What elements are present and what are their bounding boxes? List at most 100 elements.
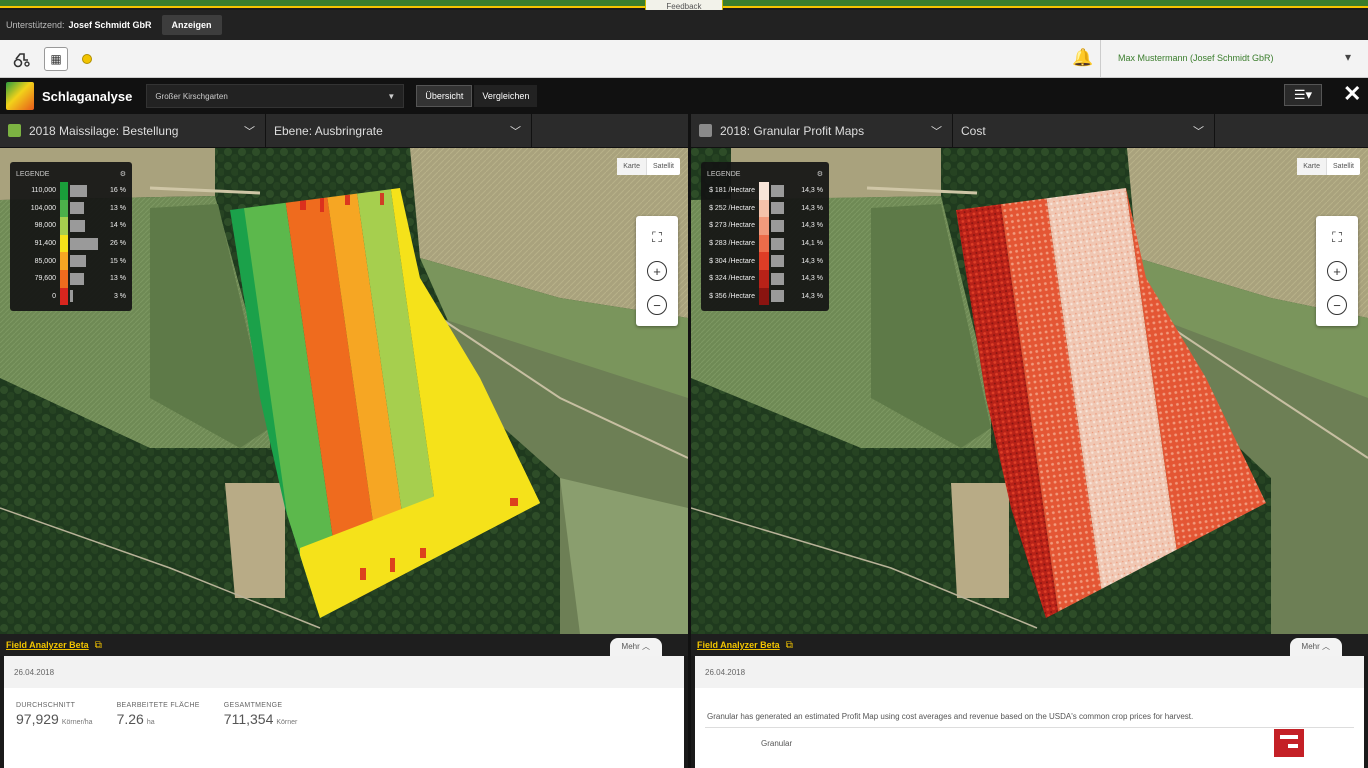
gear-icon[interactable]: ⚙ bbox=[120, 170, 126, 178]
map-toggle-map[interactable]: Karte bbox=[617, 158, 647, 175]
main-toolbar: ▦ 🔔 Max Mustermann (Josef Schmidt GbR) ▾ bbox=[0, 40, 1368, 78]
support-label: Unterstützend: bbox=[6, 20, 65, 30]
left-layer-name: 2018 Maissilage: Bestellung bbox=[29, 123, 179, 138]
legend-share-bar bbox=[771, 202, 785, 215]
more-label: Mehr bbox=[1301, 642, 1320, 651]
right-zoom-controls: ⛶ + − bbox=[1316, 216, 1358, 326]
more-label: Mehr bbox=[621, 642, 640, 651]
legend-label: $ 356 /Hectare bbox=[709, 292, 755, 300]
right-level-select[interactable]: Cost ﹀ bbox=[953, 113, 1215, 148]
legend-bar-track bbox=[70, 272, 98, 286]
zoom-in-icon[interactable]: + bbox=[1327, 261, 1347, 281]
zoom-out-icon[interactable]: − bbox=[647, 295, 667, 315]
stat-label: DURCHSCHNITT bbox=[16, 702, 76, 709]
legend-row: 110,000 16 % bbox=[16, 182, 126, 200]
menu-icon[interactable]: ☰▾ bbox=[1284, 84, 1322, 106]
left-level-select[interactable]: Ebene: Ausbringrate ﹀ bbox=[266, 113, 532, 148]
legend-label: 85,000 bbox=[34, 257, 56, 265]
legend-row: $ 304 /Hectare 14,3 % bbox=[707, 252, 823, 270]
legend-row: $ 252 /Hectare 14,3 % bbox=[707, 199, 823, 218]
external-link-icon[interactable]: ⧉ bbox=[95, 640, 102, 651]
left-layer-swatch bbox=[8, 124, 21, 137]
user-menu-chevron-icon[interactable]: ▾ bbox=[1345, 50, 1351, 64]
legend-label: 0 bbox=[52, 292, 56, 300]
map-toggle-satellite[interactable]: Satellit bbox=[1327, 158, 1360, 175]
user-name[interactable]: Max Mustermann (Josef Schmidt GbR) bbox=[1118, 53, 1274, 63]
legend-color-swatch bbox=[759, 182, 769, 200]
stat-unit: Körner bbox=[276, 719, 298, 726]
legend-share-bar bbox=[771, 237, 784, 250]
summary-stats: DURCHSCHNITT 97,929 Körner/ha BEARBEITETE… bbox=[4, 688, 684, 727]
legend-share-bar bbox=[771, 219, 785, 232]
granular-logo bbox=[1274, 729, 1304, 757]
legend-share-bar bbox=[70, 184, 88, 197]
zoom-out-icon[interactable]: − bbox=[1327, 295, 1347, 315]
apps-grid-icon[interactable]: ▦ bbox=[44, 46, 68, 71]
left-map-type-toggle[interactable]: Karte Satellit bbox=[617, 158, 680, 175]
legend-color-swatch bbox=[60, 199, 68, 218]
more-toggle[interactable]: Mehr ︿ bbox=[1289, 638, 1342, 658]
legend-bar-track bbox=[771, 237, 795, 251]
stat-label: GESAMTMENGE bbox=[223, 702, 283, 709]
legend-percent: 14,3 % bbox=[801, 292, 823, 300]
map-toggle-map[interactable]: Karte bbox=[1297, 158, 1327, 175]
app-title: Schlaganalyse bbox=[42, 88, 133, 104]
legend-label: $ 304 /Hectare bbox=[709, 257, 755, 265]
field-select[interactable]: Großer Kirschgarten ▼ bbox=[146, 84, 405, 108]
legend-row: 98,000 14 % bbox=[16, 217, 126, 235]
right-layer-swatch bbox=[699, 124, 712, 137]
zoom-in-icon[interactable]: + bbox=[647, 261, 667, 281]
fullscreen-icon[interactable]: ⛶ bbox=[1323, 223, 1351, 251]
summary-date: 26.04.2018 bbox=[695, 656, 1364, 688]
field-analyzer-link[interactable]: Field Analyzer Beta bbox=[6, 640, 89, 650]
profit-map-description: Granular has generated an estimated Prof… bbox=[707, 712, 1194, 721]
tractor-icon[interactable] bbox=[10, 47, 34, 71]
gear-icon[interactable]: ⚙ bbox=[817, 170, 823, 178]
map-toggle-satellite[interactable]: Satellit bbox=[647, 158, 680, 175]
tab-compare[interactable]: Vergleichen bbox=[474, 85, 538, 107]
legend-bar-track bbox=[70, 219, 98, 233]
legend-label: $ 324 /Hectare bbox=[709, 275, 755, 283]
legend-bar-track bbox=[70, 237, 98, 251]
right-layer-name: 2018: Granular Profit Maps bbox=[720, 123, 865, 138]
external-link-icon[interactable]: ⧉ bbox=[786, 640, 793, 651]
bell-icon[interactable]: 🔔 bbox=[1072, 48, 1093, 68]
left-layer-select[interactable]: 2018 Maissilage: Bestellung ﹀ bbox=[0, 113, 266, 148]
legend-bar-track bbox=[771, 254, 795, 268]
close-icon[interactable]: ✕ bbox=[1343, 81, 1361, 107]
right-map-type-toggle[interactable]: Karte Satellit bbox=[1297, 158, 1360, 175]
tab-overview[interactable]: Übersicht bbox=[416, 85, 473, 107]
legend-percent: 14,1 % bbox=[801, 240, 823, 248]
chevron-down-icon: ﹀ bbox=[510, 125, 521, 138]
open-button[interactable]: Anzeigen bbox=[161, 15, 222, 35]
right-legend: LEGENDE ⚙ $ 181 /Hectare 14,3 % $ 252 /Hect… bbox=[701, 162, 829, 312]
legend-color-swatch bbox=[759, 199, 769, 218]
stat-average: DURCHSCHNITT 97,929 Körner/ha bbox=[16, 702, 93, 727]
granular-footer: Granular bbox=[695, 728, 1364, 758]
right-pane-header: 2018: Granular Profit Maps ﹀ Cost ﹀ bbox=[691, 113, 1368, 148]
legend-percent: 14,3 % bbox=[801, 204, 823, 212]
left-summary-panel: 26.04.2018 DURCHSCHNITT 97,929 Körner/ha … bbox=[4, 656, 684, 768]
right-map[interactable]: LEGENDE ⚙ $ 181 /Hectare 14,3 % $ 252 /Hect… bbox=[691, 148, 1368, 634]
legend-percent: 26 % bbox=[110, 240, 126, 248]
fullscreen-icon[interactable]: ⛶ bbox=[643, 223, 671, 251]
more-toggle[interactable]: Mehr ︿ bbox=[609, 638, 662, 658]
legend-row: 85,000 15 % bbox=[16, 252, 126, 270]
legend-row: 104,000 13 % bbox=[16, 199, 126, 218]
left-map[interactable]: LEGENDE ⚙ 110,000 16 % 104,000 13 % 98,000 14 … bbox=[0, 148, 688, 634]
chevron-down-icon: ﹀ bbox=[931, 125, 942, 138]
legend-row: $ 356 /Hectare 14,3 % bbox=[707, 287, 823, 306]
legend-percent: 3 % bbox=[113, 292, 126, 300]
app-root: Feedback Unterstützend: Josef Schmidt Gb… bbox=[0, 0, 1368, 768]
left-zoom-controls: ⛶ + − bbox=[636, 216, 678, 326]
org-name: Josef Schmidt GbR bbox=[68, 20, 152, 30]
field-analyzer-link[interactable]: Field Analyzer Beta bbox=[697, 640, 780, 650]
legend-row: 79,600 13 % bbox=[16, 269, 126, 288]
toolbar-separator bbox=[1100, 40, 1101, 78]
legend-color-swatch bbox=[759, 234, 769, 253]
legend-bar-track bbox=[771, 219, 795, 233]
legend-title: LEGENDE bbox=[707, 170, 741, 178]
chevron-down-icon: ﹀ bbox=[244, 125, 255, 138]
legend-share-bar bbox=[771, 290, 785, 303]
right-layer-select[interactable]: 2018: Granular Profit Maps ﹀ bbox=[691, 113, 953, 148]
